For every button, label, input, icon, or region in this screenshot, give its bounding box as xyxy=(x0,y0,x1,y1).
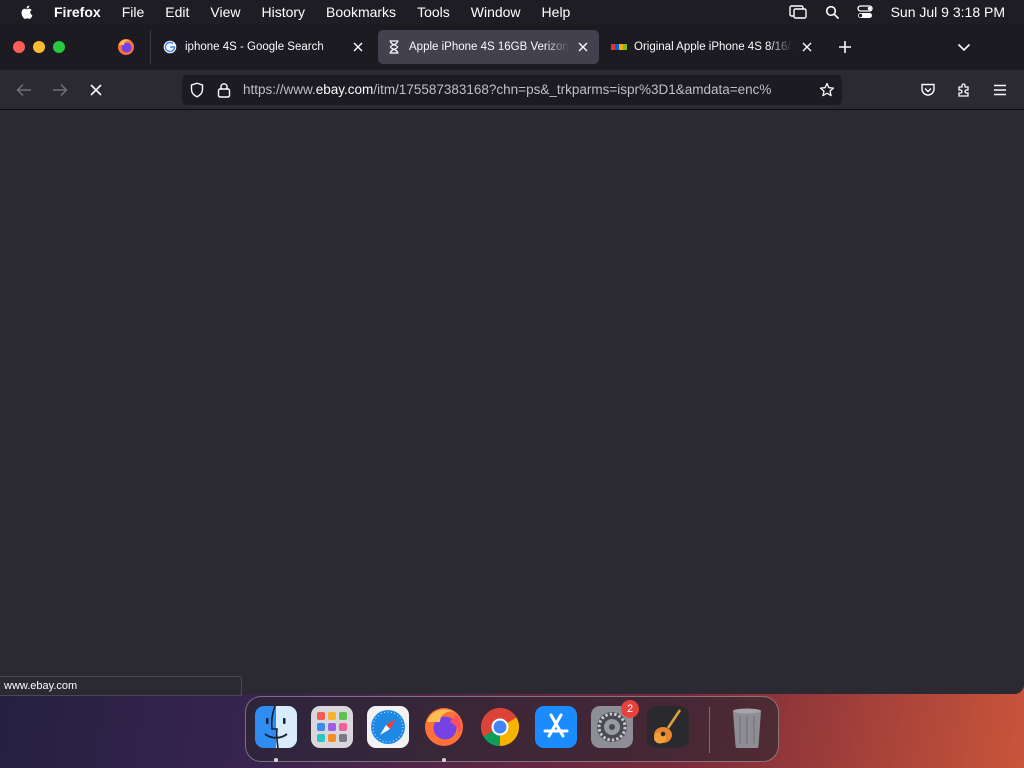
close-tab-icon[interactable] xyxy=(575,39,591,55)
close-tab-icon[interactable] xyxy=(799,39,815,55)
control-center-icon[interactable] xyxy=(856,5,873,19)
safari-icon[interactable] xyxy=(365,704,411,750)
window-minimize-button[interactable] xyxy=(33,41,45,53)
secure-connection-lock-icon[interactable] xyxy=(217,82,233,98)
google-icon xyxy=(162,39,178,55)
tab-separator xyxy=(150,30,151,64)
screen-mirroring-icon[interactable] xyxy=(788,5,807,19)
back-arrow-icon[interactable] xyxy=(14,80,34,100)
tab-google-search[interactable]: iphone 4S - Google Search xyxy=(154,30,374,64)
menu-view[interactable]: View xyxy=(210,4,240,20)
tracking-protection-shield-icon[interactable] xyxy=(189,82,205,98)
menu-window[interactable]: Window xyxy=(471,4,521,20)
extensions-puzzle-icon[interactable] xyxy=(954,80,974,100)
address-bar[interactable]: https://www.ebay.com/itm/175587383168?ch… xyxy=(182,75,842,105)
app-menu[interactable]: Firefox xyxy=(54,4,101,20)
browser-window: iphone 4S - Google Search Apple iPhone 4… xyxy=(0,24,1024,694)
menu-bar: Firefox File Edit View History Bookmarks… xyxy=(0,0,1024,24)
pocket-icon[interactable] xyxy=(918,80,938,100)
system-settings-gear-icon[interactable]: 2 xyxy=(589,700,639,750)
url-prefix: https://www. xyxy=(243,82,316,97)
launchpad-icon[interactable] xyxy=(309,704,355,750)
status-panel: www.ebay.com xyxy=(0,676,242,696)
menu-tools[interactable]: Tools xyxy=(417,4,450,20)
dock: 2 xyxy=(245,696,779,762)
dock-divider xyxy=(709,707,710,753)
apple-menu-icon[interactable] xyxy=(19,4,35,20)
notification-badge: 2 xyxy=(621,700,639,718)
tab-title: Original Apple iPhone 4S 8/16/32/64GB xyxy=(634,41,793,53)
forward-arrow-icon[interactable] xyxy=(50,80,70,100)
tab-title: Apple iPhone 4S 16GB Verizon/Unlocked xyxy=(409,41,569,53)
menu-help[interactable]: Help xyxy=(542,4,571,20)
trash-icon[interactable] xyxy=(724,704,770,750)
garageband-guitar-icon[interactable] xyxy=(645,704,691,750)
loading-hourglass-icon xyxy=(386,39,402,55)
window-zoom-button[interactable] xyxy=(53,41,65,53)
new-tab-plus-icon[interactable] xyxy=(836,38,854,56)
tab-ebay-original-iphone[interactable]: Original Apple iPhone 4S 8/16/32/64GB xyxy=(603,30,823,64)
list-all-tabs-chevron-down-icon[interactable] xyxy=(955,38,973,56)
window-close-button[interactable] xyxy=(13,41,25,53)
firefox-icon[interactable] xyxy=(421,704,467,750)
url-path: /itm/175587383168?chn=ps&_trkparms=ispr%… xyxy=(373,82,772,97)
tab-strip: iphone 4S - Google Search Apple iPhone 4… xyxy=(0,24,1024,70)
finder-running-dot xyxy=(274,758,278,762)
bookmark-star-icon[interactable] xyxy=(818,81,836,99)
google-chrome-icon[interactable] xyxy=(477,704,523,750)
page-content-loading[interactable] xyxy=(0,110,1024,694)
spotlight-search-icon[interactable] xyxy=(825,5,839,19)
app-store-icon[interactable] xyxy=(533,704,579,750)
tab-title: iphone 4S - Google Search xyxy=(185,41,324,53)
menu-edit[interactable]: Edit xyxy=(165,4,189,20)
close-tab-icon[interactable] xyxy=(350,39,366,55)
url-field[interactable]: https://www.ebay.com/itm/175587383168?ch… xyxy=(243,82,808,98)
menu-bookmarks[interactable]: Bookmarks xyxy=(326,4,396,20)
navigation-toolbar: https://www.ebay.com/itm/175587383168?ch… xyxy=(0,70,1024,110)
ebay-icon xyxy=(611,39,627,55)
menubar-clock[interactable]: Sun Jul 9 3:18 PM xyxy=(891,4,1005,20)
menu-file[interactable]: File xyxy=(122,4,145,20)
tab-ebay-listing-active[interactable]: Apple iPhone 4S 16GB Verizon/Unlocked xyxy=(378,30,599,64)
finder-icon[interactable] xyxy=(253,704,299,750)
firefox-view-icon[interactable] xyxy=(117,38,135,56)
menu-history[interactable]: History xyxy=(261,4,305,20)
hamburger-menu-icon[interactable] xyxy=(990,80,1010,100)
url-host: ebay.com xyxy=(315,82,374,97)
firefox-running-dot xyxy=(442,758,446,762)
stop-loading-x-icon[interactable] xyxy=(86,80,106,100)
